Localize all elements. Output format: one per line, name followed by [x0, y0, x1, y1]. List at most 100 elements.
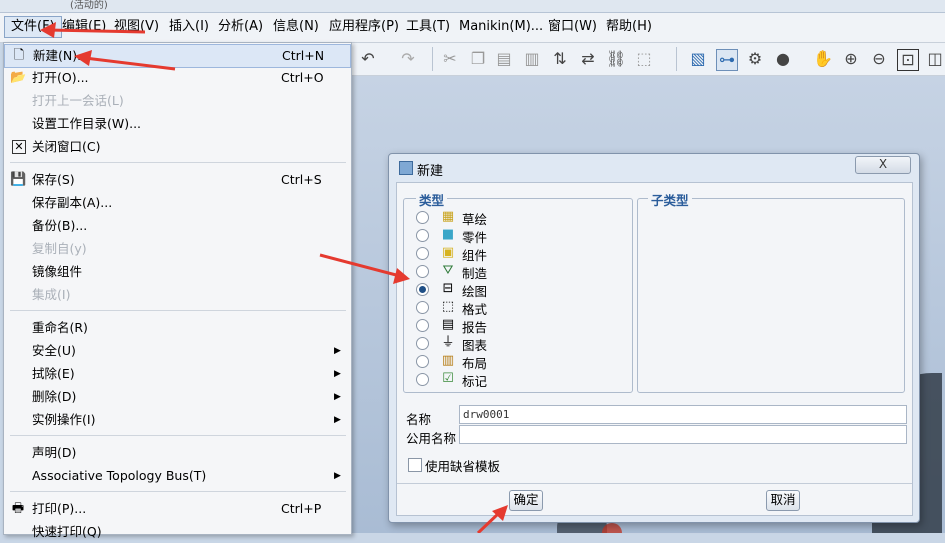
menu-applications[interactable]: 应用程序(P) — [323, 17, 405, 37]
ok-button[interactable]: 确定 — [509, 490, 543, 511]
window-title-strip: (活动的) — [0, 0, 945, 13]
type-option-diagram[interactable]: ⏚ 图表 — [416, 335, 616, 353]
file-menu-integrate[interactable]: 集成(I) — [4, 284, 351, 306]
file-menu-set-working-dir[interactable]: 设置工作目录(W)... — [4, 113, 351, 135]
type-option-assembly[interactable]: ▣ 组件 — [416, 245, 616, 263]
name-field[interactable]: drw0001 — [459, 405, 907, 424]
regenerate-manager-icon[interactable]: ⇄ — [578, 49, 598, 69]
file-menu-close-window[interactable]: ✕ 关闭窗口(C) — [4, 136, 351, 158]
radio-button[interactable] — [416, 373, 429, 386]
type-option-manufacturing[interactable]: ⛛ 制造 — [416, 263, 616, 281]
window-title: (活动的) — [70, 0, 108, 11]
markup-icon: ☑ — [442, 371, 454, 386]
radio-button[interactable] — [416, 355, 429, 368]
radio-button[interactable] — [416, 301, 429, 314]
radio-button[interactable] — [416, 247, 429, 260]
radio-button[interactable] — [416, 211, 429, 224]
undo-icon[interactable]: ↶ — [358, 49, 378, 69]
radio-button[interactable] — [416, 337, 429, 350]
paste-icon[interactable]: ▤ — [494, 49, 514, 69]
menu-info[interactable]: 信息(N) — [267, 17, 325, 37]
radio-button-selected[interactable] — [416, 283, 429, 296]
copy-icon[interactable]: ❐ — [468, 49, 488, 69]
file-menu-integrate-label: 集成(I) — [32, 287, 71, 302]
type-label: 图表 — [462, 338, 488, 353]
close-button[interactable]: X — [855, 156, 911, 174]
redo-icon[interactable]: ↷ — [398, 49, 418, 69]
type-option-part[interactable]: ■ 零件 — [416, 227, 616, 245]
orient-icon[interactable]: ⊶ — [716, 49, 738, 71]
menu-insert[interactable]: 插入(I) — [163, 17, 215, 37]
radio-button[interactable] — [416, 319, 429, 332]
menu-window[interactable]: 窗口(W) — [542, 17, 603, 37]
file-menu-new[interactable]: 🗋 新建(N)... Ctrl+N — [4, 44, 351, 68]
open-folder-icon: 📂 — [10, 70, 27, 85]
view-manager-icon[interactable]: ◫ — [925, 49, 945, 69]
file-menu-security[interactable]: 安全(U) ▶ — [4, 340, 351, 362]
common-name-field[interactable] — [459, 425, 907, 444]
drawing-icon: ⊟ — [442, 281, 454, 296]
type-label: 零件 — [462, 230, 488, 245]
file-menu-copy-from-label: 复制自(y) — [32, 241, 87, 256]
type-option-drawing[interactable]: ⊟ 绘图 — [416, 281, 616, 299]
menu-view[interactable]: 视图(V) — [108, 17, 165, 37]
submenu-arrow-icon: ▶ — [334, 392, 341, 402]
file-menu-copy-from[interactable]: 复制自(y) — [4, 238, 351, 260]
type-group: 类型 ▦ 草绘 ■ 零件 ▣ 组件 ⛛ 制造 ⊟ 绘图 ⬚ 格式 ▤ 报告 ⏚ … — [403, 190, 633, 393]
file-menu-print[interactable]: 🖶 打印(P)... Ctrl+P — [4, 498, 351, 520]
zoom-out-icon[interactable]: ⊖ — [869, 49, 889, 69]
use-default-template-checkbox[interactable] — [408, 458, 422, 472]
file-menu-open-last-session[interactable]: 打开上一会话(L) — [4, 90, 351, 112]
file-menu-delete[interactable]: 删除(D) ▶ — [4, 386, 351, 408]
file-menu-declare-label: 声明(D) — [32, 445, 77, 460]
common-name-label: 公用名称 — [406, 431, 457, 446]
file-menu-quick-print[interactable]: 快速打印(Q) — [4, 521, 351, 543]
file-menu-declare[interactable]: 声明(D) — [4, 442, 351, 464]
pan-icon[interactable]: ✋ — [813, 49, 833, 69]
regenerate-icon[interactable]: ⇅ — [550, 49, 570, 69]
file-menu-security-label: 安全(U) — [32, 343, 76, 358]
file-menu-open-last-session-label: 打开上一会话(L) — [32, 93, 124, 108]
file-menu-delete-label: 删除(D) — [32, 389, 77, 404]
model-fragment — [602, 523, 622, 533]
cut-icon[interactable]: ✂ — [440, 49, 460, 69]
dialog-title-bar[interactable]: 新建 X — [389, 154, 919, 182]
file-menu-instance-ops[interactable]: 实例操作(I) ▶ — [4, 409, 351, 431]
menu-manikin[interactable]: Manikin(M)... — [453, 17, 549, 37]
save-icon: 💾 — [10, 172, 27, 187]
file-menu-open[interactable]: 📂 打开(O)... Ctrl+O — [4, 67, 351, 89]
file-menu-atb[interactable]: Associative Topology Bus(T) ▶ — [4, 465, 351, 487]
menu-edit[interactable]: 编辑(E) — [56, 17, 112, 37]
dialog-body: 类型 ▦ 草绘 ■ 零件 ▣ 组件 ⛛ 制造 ⊟ 绘图 ⬚ 格式 ▤ 报告 ⏚ … — [396, 182, 913, 516]
type-option-format[interactable]: ⬚ 格式 — [416, 299, 616, 317]
submenu-arrow-icon: ▶ — [334, 346, 341, 356]
type-label: 制造 — [462, 266, 488, 281]
select-box-icon[interactable]: ⬚ — [634, 49, 654, 69]
use-default-template-label: 使用缺省模板 — [425, 459, 501, 474]
menu-file[interactable]: 文件(F) — [4, 16, 62, 38]
toolbar-separator — [432, 47, 433, 71]
repaint-icon[interactable]: ▧ — [688, 49, 708, 69]
refit-icon[interactable]: ⊡ — [897, 49, 919, 71]
radio-button[interactable] — [416, 265, 429, 278]
cancel-button[interactable]: 取消 — [766, 490, 800, 511]
zoom-in-icon[interactable]: ⊕ — [841, 49, 861, 69]
file-menu-erase[interactable]: 拭除(E) ▶ — [4, 363, 351, 385]
paste-special-icon[interactable]: ▥ — [522, 49, 542, 69]
type-option-markup[interactable]: ☑ 标记 — [416, 371, 616, 389]
spin-center-icon[interactable]: ⚙ — [745, 49, 765, 69]
file-menu-mirror-assembly[interactable]: 镜像组件 — [4, 261, 351, 283]
file-menu-rename[interactable]: 重命名(R) — [4, 317, 351, 339]
menu-help[interactable]: 帮助(H) — [600, 17, 658, 37]
radio-button[interactable] — [416, 229, 429, 242]
type-option-layout[interactable]: ▥ 布局 — [416, 353, 616, 371]
file-menu-backup[interactable]: 备份(B)... — [4, 215, 351, 237]
file-menu-save[interactable]: 💾 保存(S) Ctrl+S — [4, 169, 351, 191]
menu-analysis[interactable]: 分析(A) — [212, 17, 269, 37]
type-option-sketch[interactable]: ▦ 草绘 — [416, 209, 616, 227]
shading-icon[interactable]: ● — [773, 49, 793, 69]
menu-tools[interactable]: 工具(T) — [400, 17, 456, 37]
file-menu-save-copy[interactable]: 保存副本(A)... — [4, 192, 351, 214]
type-option-report[interactable]: ▤ 报告 — [416, 317, 616, 335]
find-icon[interactable]: ⛓ — [606, 49, 626, 69]
